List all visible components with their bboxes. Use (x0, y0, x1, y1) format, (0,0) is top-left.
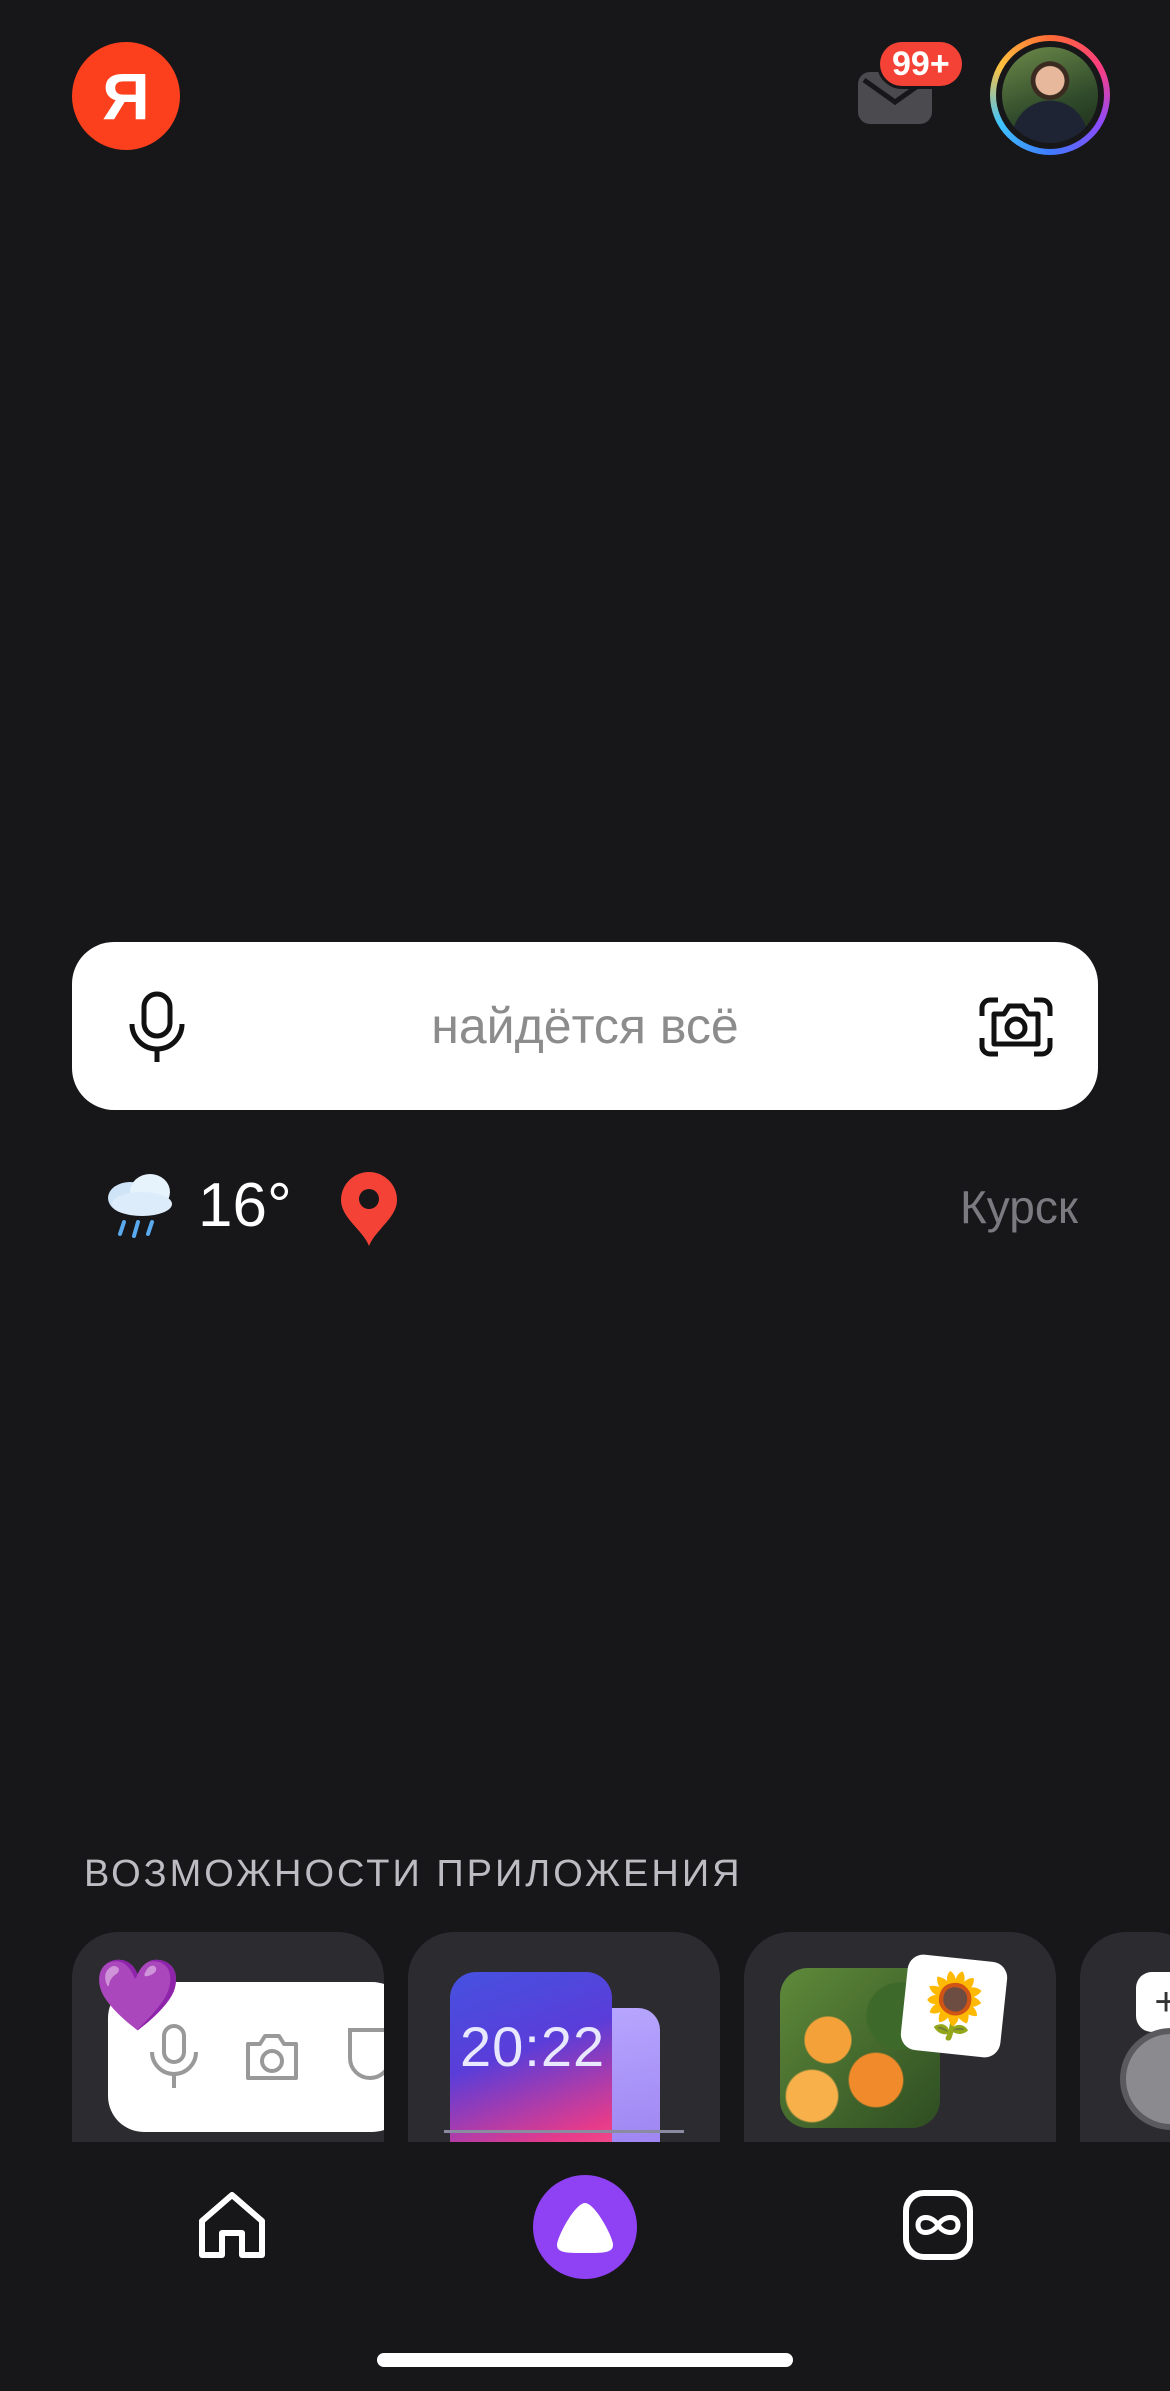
feature-card-voice-camera[interactable]: 💜 (72, 1932, 384, 2162)
avatar-photo (1002, 47, 1098, 143)
camera-icon (246, 2034, 298, 2080)
features-title: ВОЗМОЖНОСТИ ПРИЛОЖЕНИЯ (84, 1853, 743, 1895)
city-name[interactable]: Курск (960, 1180, 1078, 1234)
user-avatar[interactable] (990, 35, 1110, 155)
alice-button[interactable] (533, 2175, 637, 2279)
sunflower-icon: 🌻 (899, 1953, 1009, 2059)
feature-card-more[interactable]: + (1080, 1932, 1170, 2162)
search-bar[interactable]: найдётся всё (72, 942, 1098, 1110)
purple-heart-icon: 💜 (94, 1956, 182, 2034)
rain-cloud-icon (108, 1174, 172, 1238)
widget-time: 20:22 (460, 2015, 606, 2078)
feature-card-image-search[interactable]: 🌻 (744, 1932, 1056, 2162)
camera-icon[interactable] (976, 986, 1056, 1066)
divider (444, 2130, 684, 2133)
search-placeholder[interactable]: найдётся всё (72, 942, 1098, 1110)
home-icon[interactable] (192, 2185, 272, 2265)
dial-icon (1120, 2028, 1170, 2130)
temperature[interactable]: 16° (198, 1170, 292, 1241)
mask-icon (348, 2028, 384, 2080)
logo-letter: Я (102, 59, 150, 133)
mail-count-badge: 99+ (880, 42, 962, 86)
map-pin-icon[interactable] (336, 1168, 402, 1248)
plus-icon: + (1136, 1972, 1170, 2032)
alice-icon (557, 2203, 613, 2253)
feature-card-widgets[interactable]: 20:22 (408, 1932, 720, 2162)
services-icon[interactable] (898, 2185, 978, 2265)
yandex-logo[interactable]: Я (72, 42, 180, 150)
mail-button[interactable]: 99+ (850, 42, 962, 132)
home-indicator (377, 2353, 793, 2367)
